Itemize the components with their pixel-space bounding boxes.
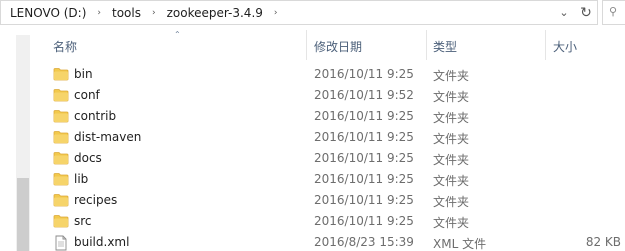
file-name: docs: [74, 151, 102, 165]
file-type: XML 文件: [433, 237, 487, 251]
folder-icon: [53, 151, 69, 165]
folder-icon: [53, 172, 69, 186]
folder-icon: [53, 67, 69, 81]
file-name: dist-maven: [74, 130, 142, 144]
file-type: 文件夹: [433, 153, 470, 167]
breadcrumb-drive[interactable]: LENOVO (D:): [7, 6, 89, 20]
file-modified: 2016/10/11 9:25: [314, 109, 414, 123]
search-icon: ⚲: [609, 5, 618, 18]
file-modified: 2016/10/11 9:25: [314, 67, 414, 81]
file-modified: 2016/10/11 9:25: [314, 214, 414, 228]
file-row-dist-maven[interactable]: dist-maven 2016/10/11 9:25 文件夹: [0, 127, 625, 148]
file-modified: 2016/10/11 9:52: [314, 88, 414, 102]
xml-file-icon: [53, 235, 69, 251]
file-row-src[interactable]: src 2016/10/11 9:25 文件夹: [0, 211, 625, 232]
address-dropdown-button[interactable]: ⌄: [553, 1, 575, 24]
file-name: lib: [74, 172, 89, 186]
chevron-right-icon[interactable]: ›: [266, 8, 286, 18]
file-row-conf[interactable]: conf 2016/10/11 9:52 文件夹: [0, 85, 625, 106]
file-size: 82 KB: [585, 235, 621, 249]
column-divider[interactable]: [545, 30, 546, 60]
folder-icon: [53, 130, 69, 144]
file-list: bin 2016/10/11 9:25 文件夹 conf 2016/10/11 …: [0, 64, 625, 251]
file-name: build.xml: [74, 235, 130, 249]
file-type: 文件夹: [433, 132, 470, 146]
file-row-recipes[interactable]: recipes 2016/10/11 9:25 文件夹: [0, 190, 625, 211]
folder-icon: [53, 214, 69, 228]
file-type: 文件夹: [433, 174, 470, 188]
folder-icon: [53, 193, 69, 207]
header-type[interactable]: 类型: [433, 38, 457, 55]
column-divider[interactable]: [426, 30, 427, 60]
chevron-right-icon[interactable]: ›: [89, 8, 109, 18]
file-name: bin: [74, 67, 93, 81]
folder-icon: [53, 109, 69, 123]
column-headers: ⌃ 名称 修改日期 类型 大小: [0, 30, 625, 60]
file-modified: 2016/10/11 9:25: [314, 151, 414, 165]
sort-ascending-icon: ⌃: [174, 30, 181, 39]
search-input[interactable]: ⚲: [602, 0, 625, 25]
file-row-bin[interactable]: bin 2016/10/11 9:25 文件夹: [0, 64, 625, 85]
chevron-right-icon[interactable]: ›: [144, 8, 164, 18]
file-type: 文件夹: [433, 195, 470, 209]
address-bar[interactable]: LENOVO (D:) › tools › zookeeper-3.4.9 › …: [0, 0, 598, 25]
file-modified: 2016/10/11 9:25: [314, 130, 414, 144]
file-row-docs[interactable]: docs 2016/10/11 9:25 文件夹: [0, 148, 625, 169]
file-type: 文件夹: [433, 111, 470, 125]
file-row-lib[interactable]: lib 2016/10/11 9:25 文件夹: [0, 169, 625, 190]
header-size[interactable]: 大小: [553, 38, 577, 55]
refresh-icon: ↻: [580, 4, 592, 21]
file-type: 文件夹: [433, 216, 470, 230]
file-name: contrib: [74, 109, 117, 123]
file-type: 文件夹: [433, 90, 470, 104]
header-name[interactable]: 名称: [53, 38, 77, 55]
file-row-build-xml[interactable]: build.xml 2016/8/23 15:39 XML 文件 82 KB: [0, 232, 625, 251]
file-name: conf: [74, 88, 100, 102]
breadcrumb: LENOVO (D:) › tools › zookeeper-3.4.9 ›: [1, 1, 286, 24]
file-name: src: [74, 214, 92, 228]
breadcrumb-tools[interactable]: tools: [109, 6, 144, 20]
file-row-contrib[interactable]: contrib 2016/10/11 9:25 文件夹: [0, 106, 625, 127]
file-type: 文件夹: [433, 69, 470, 83]
column-divider[interactable]: [306, 30, 307, 60]
folder-icon: [53, 88, 69, 102]
chevron-down-icon: ⌄: [559, 6, 569, 19]
header-modified[interactable]: 修改日期: [314, 38, 362, 55]
file-modified: 2016/10/11 9:25: [314, 193, 414, 207]
file-modified: 2016/10/11 9:25: [314, 172, 414, 186]
breadcrumb-zookeeper[interactable]: zookeeper-3.4.9: [164, 6, 266, 20]
refresh-button[interactable]: ↻: [575, 1, 597, 24]
file-modified: 2016/8/23 15:39: [314, 235, 414, 249]
file-name: recipes: [74, 193, 118, 207]
